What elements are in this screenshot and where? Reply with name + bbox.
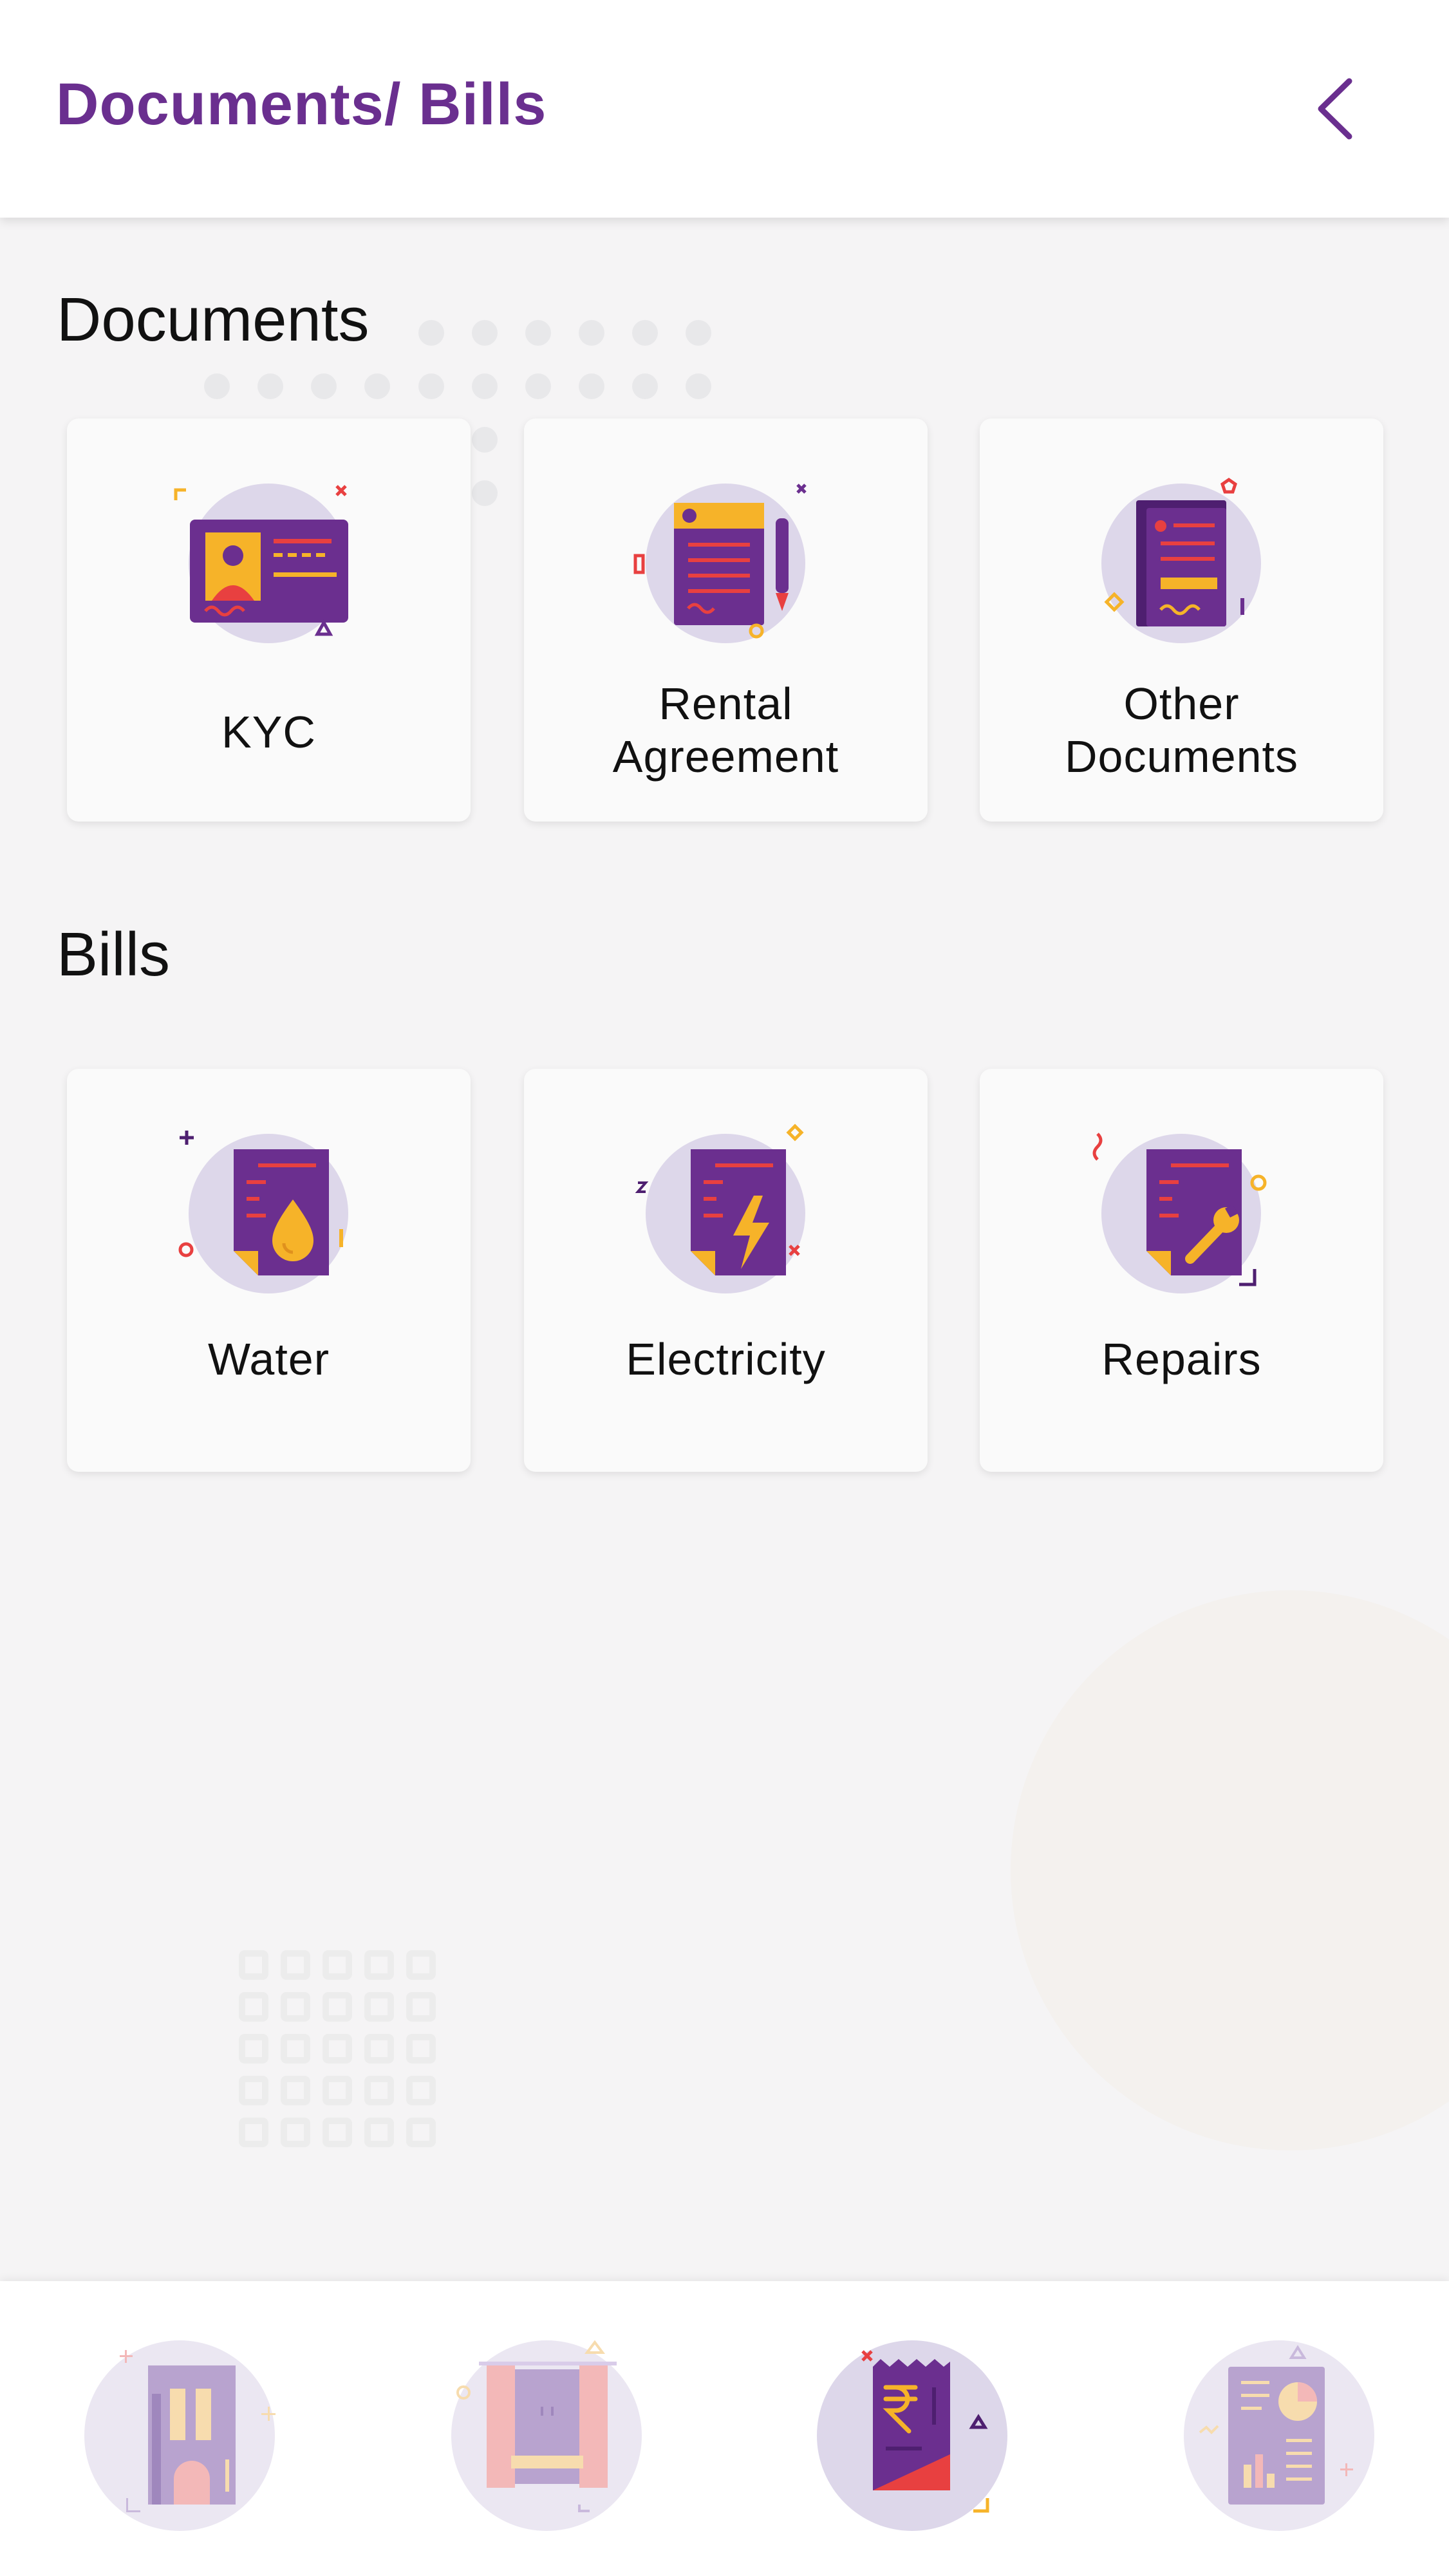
card-label: Repairs (1101, 1334, 1262, 1384)
electricity-bill-icon (635, 1123, 805, 1293)
back-button[interactable] (1313, 76, 1360, 142)
repairs-card[interactable]: Repairs (980, 1069, 1383, 1472)
report-icon (1184, 2340, 1374, 2531)
nav-item-bills[interactable] (812, 2336, 1012, 2535)
rental-agreement-card[interactable]: Rental Agreement (524, 418, 928, 822)
nav-item-room[interactable] (447, 2336, 646, 2535)
card-label: Electricity (626, 1334, 826, 1384)
nav-item-building[interactable] (80, 2336, 279, 2535)
rupee-bill-icon (817, 2340, 1007, 2531)
app-header: Documents/ Bills (0, 0, 1449, 218)
card-label-line1: Other (1123, 679, 1240, 729)
kyc-card[interactable]: KYC (67, 418, 471, 822)
card-label-line2: Documents (1064, 731, 1299, 782)
background-circle (1011, 1590, 1449, 2150)
building-icon (84, 2340, 276, 2531)
page-title: Documents/ Bills (56, 71, 547, 137)
card-label-line2: Agreement (612, 731, 839, 782)
other-documents-card[interactable]: Other Documents (980, 418, 1383, 822)
water-card[interactable]: Water (67, 1069, 471, 1472)
room-icon (451, 2340, 642, 2531)
other-documents-icon (1101, 477, 1261, 643)
chevron-left-icon (1318, 78, 1352, 140)
card-label-line1: Rental (659, 679, 793, 729)
repairs-bill-icon (1092, 1133, 1267, 1293)
rental-agreement-icon (633, 484, 807, 643)
card-label: Water (207, 1334, 330, 1384)
bills-section-title: Bills (57, 920, 171, 989)
background-square-pattern (239, 1950, 436, 2147)
card-label: KYC (221, 707, 316, 757)
bottom-navigation (0, 2281, 1449, 2576)
water-bill-icon (178, 1131, 348, 1293)
nav-item-reports[interactable] (1179, 2336, 1379, 2535)
id-card-icon (174, 484, 348, 643)
electricity-card[interactable]: Electricity (524, 1069, 928, 1472)
